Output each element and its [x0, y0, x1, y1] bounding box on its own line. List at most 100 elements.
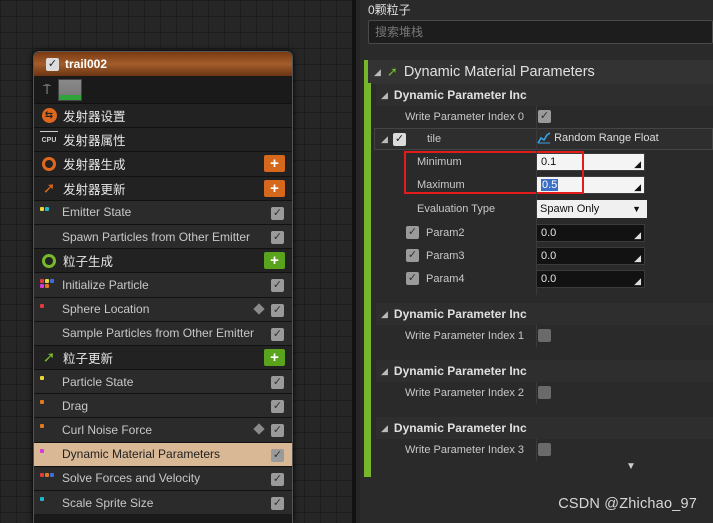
dynamic-param-group-header[interactable]: ◢ Dynamic Parameter Inc: [376, 303, 713, 325]
chevron-down-icon: ▼: [632, 204, 641, 214]
module-row[interactable]: Spawn Particles from Other Emitter ✓: [34, 223, 292, 249]
module-arrow-icon: ➚: [386, 64, 398, 79]
emitter-thumbnail: [58, 78, 82, 101]
stack-section-row[interactable]: ➚ 发射器更新 +: [34, 175, 292, 200]
usage-dot: [40, 472, 44, 477]
column-separator[interactable]: [536, 325, 537, 347]
param-label: Param4: [426, 272, 465, 285]
emitter-node[interactable]: ✓ trail002 ⍑ ⇆ 发射器设置 CPU 发射器属性 发射器生成 + ➚ 发射器更新 +…: [33, 51, 293, 523]
module-row[interactable]: Scale Sprite Size ✓: [34, 490, 292, 515]
column-separator[interactable]: [536, 439, 537, 461]
module-row[interactable]: Solve Forces and Velocity ✓: [34, 465, 292, 490]
column-separator[interactable]: [536, 382, 537, 404]
module-row[interactable]: Dynamic Material Parameters ✓: [34, 441, 292, 466]
param-value: 0.0: [541, 273, 557, 285]
usage-dot: [40, 279, 44, 284]
param-label: Param2: [426, 226, 465, 239]
param-value: 0.0: [541, 250, 557, 262]
highlight-box: [404, 151, 584, 194]
emitter-spawn-icon: [40, 155, 58, 173]
add-module-button[interactable]: +: [264, 179, 285, 197]
expand-corner-icon[interactable]: ◢: [634, 250, 641, 266]
module-row[interactable]: Initialize Particle ✓: [34, 272, 292, 297]
add-module-button[interactable]: +: [264, 252, 285, 270]
dynamic-input-icon: [537, 132, 551, 144]
module-row[interactable]: Drag ✓: [34, 393, 292, 418]
cube-icon: [253, 423, 265, 436]
stack-section-row[interactable]: ⇆ 发射器设置: [34, 103, 292, 128]
module-row[interactable]: Emitter State ✓: [34, 199, 292, 224]
module-enabled-checkbox[interactable]: ✓: [271, 376, 284, 390]
emitter-settings-icon: ⇆: [40, 107, 58, 125]
watermark: CSDN @Zhichao_97: [558, 496, 697, 512]
dynamic-param-group-header[interactable]: ◢ Dynamic Parameter Inc: [376, 360, 713, 382]
module-row[interactable]: Sample Particles from Other Emitter ✓: [34, 320, 292, 345]
add-module-button[interactable]: +: [264, 155, 285, 173]
collapse-triangle-icon[interactable]: ◢: [374, 67, 381, 78]
param-checkbox[interactable]: ✓: [406, 226, 419, 239]
particle-update-icon: ➚: [42, 349, 56, 367]
module-usage-dots: [40, 448, 56, 459]
module-enabled-checkbox[interactable]: ✓: [271, 448, 284, 462]
emitter-node-title: trail002: [65, 57, 108, 71]
node-graph-canvas[interactable]: ✓ trail002 ⍑ ⇆ 发射器设置 CPU 发射器属性 发射器生成 + ➚ 发射器更新 +…: [0, 0, 356, 523]
pin-icon[interactable]: ⍑: [42, 82, 52, 98]
module-enabled-checkbox[interactable]: ✓: [271, 400, 284, 414]
row-label: Scale Sprite Size: [62, 495, 154, 510]
usage-dot: [50, 472, 54, 477]
write-param-checkbox[interactable]: [538, 386, 551, 399]
collapse-triangle-icon[interactable]: ◢: [381, 309, 388, 320]
write-param-0-row: Write Parameter Index 0 ✓: [376, 105, 713, 128]
dynamic-param-group-0-header[interactable]: ◢ Dynamic Parameter Inc: [376, 84, 713, 106]
stack-section-row[interactable]: 发射器生成 +: [34, 151, 292, 176]
param-input[interactable]: 0.0 ◢: [536, 224, 645, 242]
expand-corner-icon[interactable]: ◢: [634, 156, 641, 172]
write-param-row: Write Parameter Index 2: [376, 381, 713, 404]
row-label: 发射器生成: [63, 158, 126, 173]
module-enabled-checkbox[interactable]: ✓: [271, 497, 284, 510]
param-input[interactable]: 0.0 ◢: [536, 270, 645, 288]
stack-section-row[interactable]: ➚ 粒子更新 +: [34, 344, 292, 370]
emitter-enabled-checkbox[interactable]: ✓: [46, 57, 59, 71]
stack-section-row[interactable]: 粒子生成 +: [34, 248, 292, 273]
add-module-button[interactable]: +: [264, 348, 285, 366]
column-separator[interactable]: [536, 105, 537, 295]
module-row[interactable]: Curl Noise Force ✓: [34, 417, 292, 442]
module-row[interactable]: Particle State ✓: [34, 369, 292, 394]
search-stack-input[interactable]: 搜索堆栈: [368, 20, 713, 44]
tile-value[interactable]: Random Range Float: [537, 132, 659, 144]
category-title: Dynamic Material Parameters: [403, 64, 595, 80]
module-usage-dots: [40, 424, 56, 434]
expand-corner-icon[interactable]: ◢: [634, 179, 641, 195]
emitter-stack-list: ⇆ 发射器设置 CPU 发射器属性 发射器生成 + ➚ 发射器更新 + Emitter State…: [34, 103, 292, 515]
expand-corner-icon[interactable]: ◢: [634, 227, 641, 243]
param-checkbox[interactable]: ✓: [406, 272, 419, 285]
dynamic-param-group-header[interactable]: ◢ Dynamic Parameter Inc: [376, 417, 713, 439]
module-enabled-checkbox[interactable]: ✓: [271, 472, 284, 486]
tile-param-row: ◢ ✓ tile Random Range Float: [374, 128, 713, 150]
write-param-checkbox[interactable]: [538, 329, 551, 342]
evaluation-type-dropdown[interactable]: Spawn Only ▼: [536, 200, 647, 218]
write-param-checkbox[interactable]: [538, 443, 551, 456]
expand-corner-icon[interactable]: ◢: [634, 273, 641, 289]
module-enabled-checkbox[interactable]: ✓: [271, 206, 284, 220]
module-enabled-checkbox[interactable]: ✓: [271, 327, 284, 341]
scroll-down-icon[interactable]: ▼: [626, 461, 636, 472]
param-input[interactable]: 0.0 ◢: [536, 247, 645, 265]
collapse-triangle-icon[interactable]: ◢: [381, 423, 388, 434]
module-enabled-checkbox[interactable]: ✓: [271, 303, 284, 317]
module-enabled-checkbox[interactable]: ✓: [271, 424, 284, 438]
tile-checkbox[interactable]: ✓: [393, 133, 406, 146]
emitter-node-header[interactable]: ✓ trail002: [34, 52, 292, 76]
module-enabled-checkbox[interactable]: ✓: [271, 279, 284, 293]
module-row[interactable]: Sphere Location ✓: [34, 296, 292, 321]
module-enabled-checkbox[interactable]: ✓: [271, 230, 284, 244]
category-header[interactable]: ◢ ➚ Dynamic Material Parameters: [368, 60, 713, 84]
stack-section-row[interactable]: CPU 发射器属性: [34, 127, 292, 152]
collapse-triangle-icon[interactable]: ◢: [381, 90, 388, 101]
param-checkbox[interactable]: ✓: [406, 249, 419, 262]
write-param-0-checkbox[interactable]: ✓: [538, 110, 551, 123]
module-usage-dots: [40, 376, 56, 386]
collapse-triangle-icon[interactable]: ◢: [381, 366, 388, 377]
collapse-triangle-icon[interactable]: ◢: [381, 134, 388, 145]
